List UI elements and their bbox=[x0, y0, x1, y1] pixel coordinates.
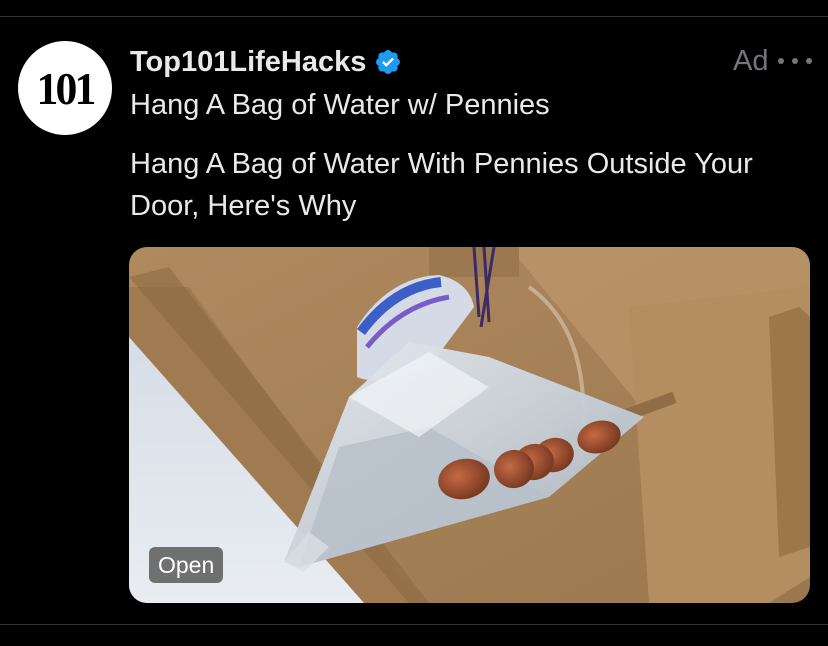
ad-label: Ad bbox=[733, 45, 769, 77]
open-button[interactable]: Open bbox=[149, 547, 224, 583]
bottom-divider bbox=[0, 624, 828, 625]
avatar-logo-text: 101 bbox=[36, 62, 97, 114]
avatar[interactable]: 101 bbox=[18, 41, 112, 135]
ad-post[interactable]: 101 Top101LifeHacks Ad Hang A Bag of Wat… bbox=[0, 17, 828, 624]
more-options-icon[interactable] bbox=[778, 53, 812, 69]
verified-badge-icon bbox=[374, 48, 402, 76]
card-headline[interactable]: Hang A Bag of Water With Pennies Outside… bbox=[130, 143, 770, 227]
card-image[interactable] bbox=[129, 247, 810, 603]
post-text: Hang A Bag of Water w/ Pennies bbox=[130, 89, 550, 121]
post-header: Top101LifeHacks bbox=[130, 45, 402, 79]
author-name[interactable]: Top101LifeHacks bbox=[130, 46, 366, 79]
